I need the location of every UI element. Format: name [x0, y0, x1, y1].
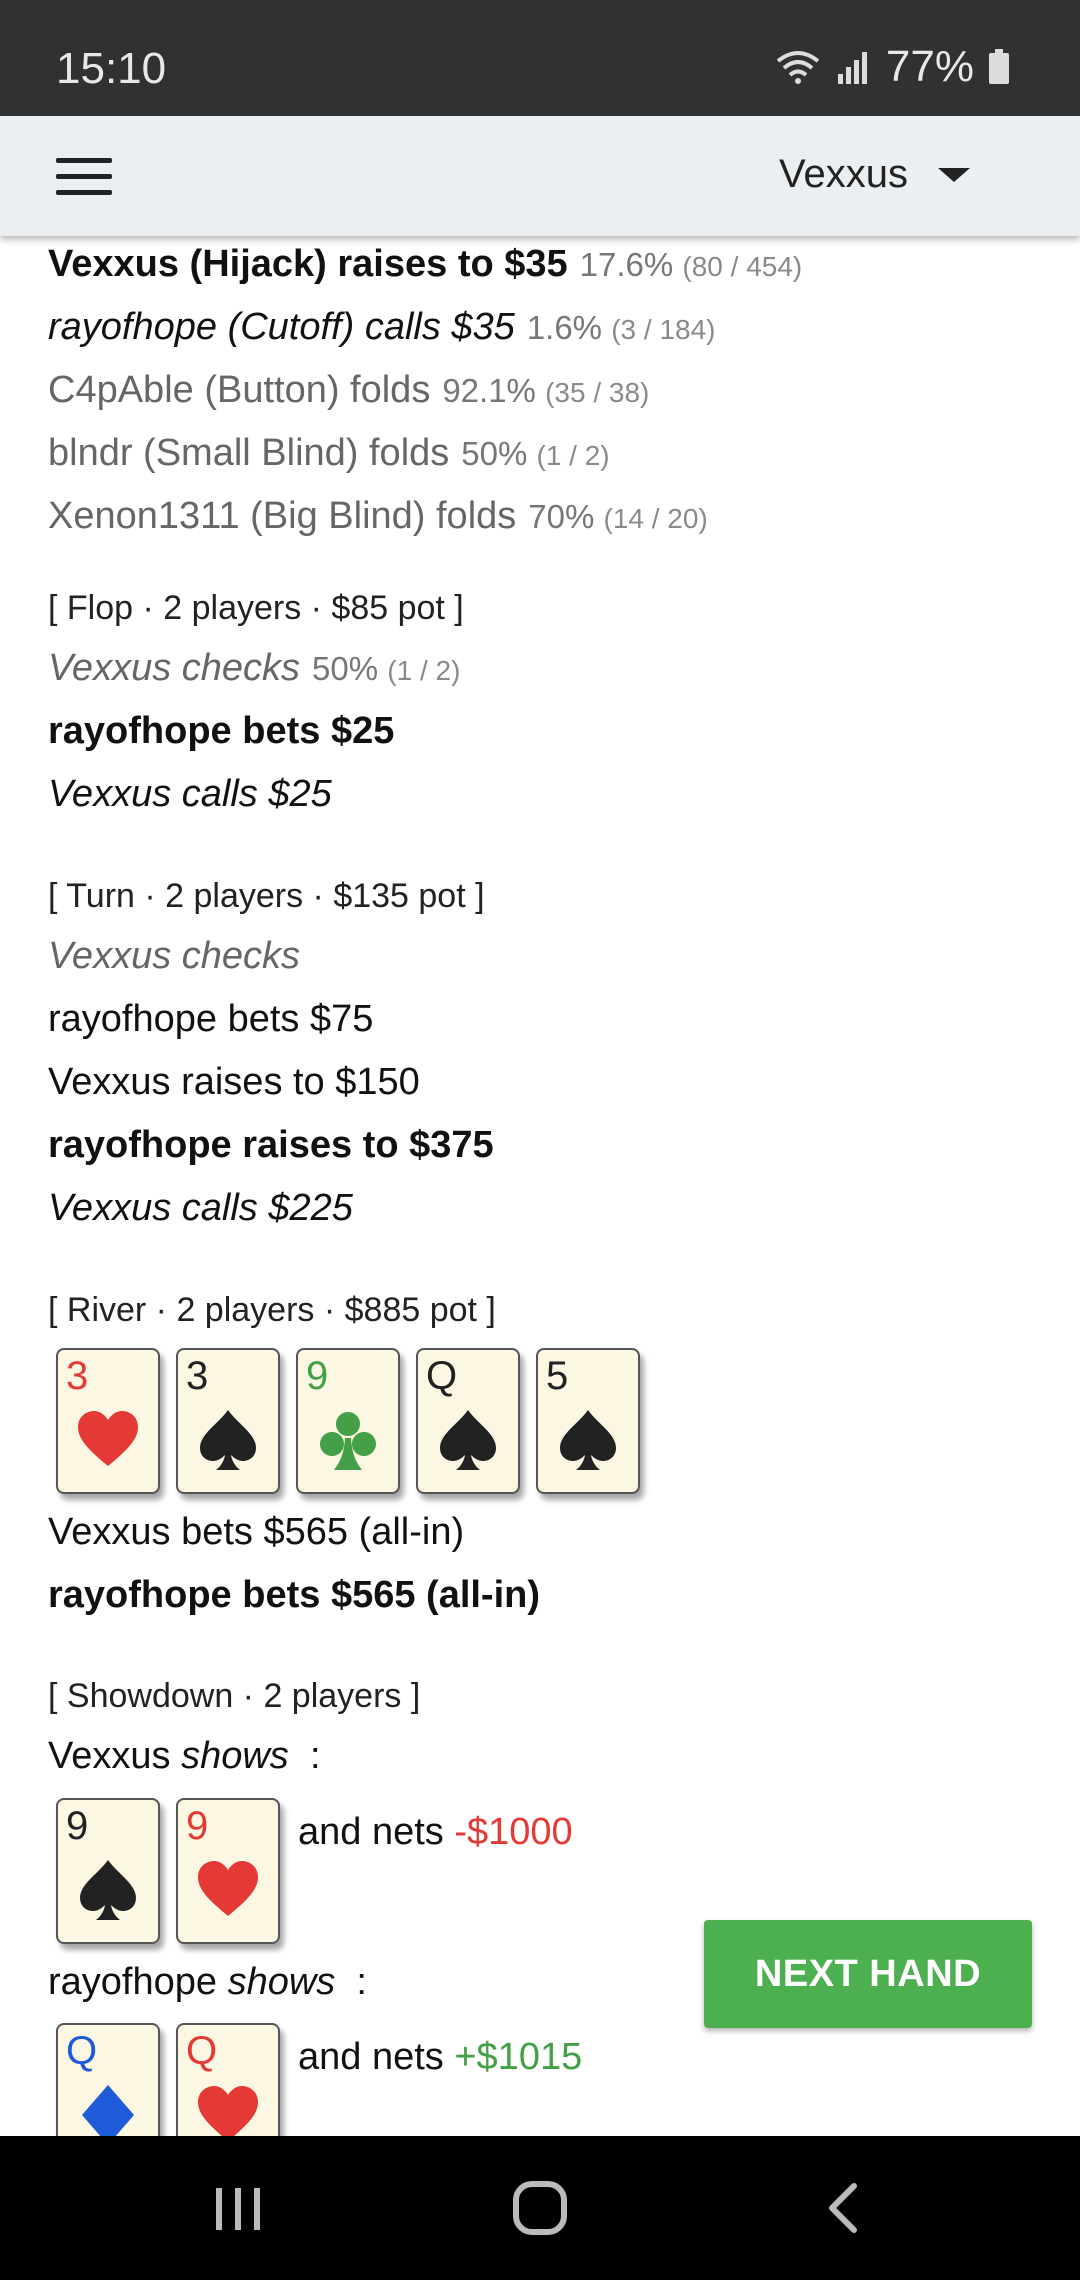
- action-stat: 50% (1 / 2): [461, 435, 610, 472]
- playing-card: 9: [296, 1348, 400, 1494]
- card-rank: Q: [426, 1354, 458, 1398]
- card-rank: Q: [66, 2029, 98, 2073]
- playing-card: 9: [56, 1798, 160, 1944]
- net-result: and nets +$1015: [298, 2036, 583, 2078]
- spade-suit-icon: [440, 1410, 496, 1470]
- action-line: Vexxus (Hijack) raises to $35 17.6% (80 /…: [48, 243, 803, 285]
- status-time: 15:10: [56, 44, 167, 93]
- street-header-flop: [ Flop · 2 players · $85 pot ]: [48, 589, 464, 627]
- card-rank: 9: [306, 1354, 329, 1398]
- hamburger-menu-icon[interactable]: [56, 158, 112, 196]
- net-value: -$1000: [454, 1811, 573, 1853]
- club-suit-icon: [319, 1412, 376, 1470]
- playing-card: 5: [536, 1348, 640, 1494]
- action-line: Vexxus calls $225: [48, 1187, 353, 1229]
- navigation-bar: [0, 2136, 1080, 2280]
- action-stat: 92.1% (35 / 38): [442, 372, 650, 409]
- battery-percent: 77%: [885, 42, 974, 91]
- action-stat: 17.6% (80 / 454): [579, 246, 803, 283]
- playing-card: 3: [176, 1348, 280, 1494]
- battery-icon: [989, 49, 1009, 84]
- action-line: Xenon1311 (Big Blind) folds 70% (14 / 20): [48, 495, 708, 537]
- action-line: C4pAble (Button) folds 92.1% (35 / 38): [48, 369, 650, 411]
- street-header-turn: [ Turn · 2 players · $135 pot ]: [48, 877, 485, 915]
- action-line: rayofhope bets $25: [48, 710, 395, 752]
- spade-suit-icon: [200, 1410, 256, 1470]
- action-stat: 50% (1 / 2): [312, 650, 461, 687]
- showdown-player-line: Vexxus shows :: [48, 1735, 321, 1777]
- spade-suit-icon: [80, 1860, 136, 1920]
- action-line: Vexxus checks 50% (1 / 2): [48, 647, 461, 689]
- street-header-showdown: [ Showdown · 2 players ]: [48, 1677, 421, 1715]
- action-line: Vexxus bets $565 (all-in): [48, 1511, 465, 1553]
- net-result: and nets -$1000: [298, 1811, 573, 1853]
- action-line: Vexxus checks: [48, 935, 301, 977]
- heart-suit-icon: [198, 1861, 258, 1916]
- action-stat: 1.6% (3 / 184): [526, 309, 716, 346]
- net-value: +$1015: [454, 2036, 583, 2078]
- action-line: rayofhope bets $565 (all-in): [48, 1574, 541, 1616]
- card-rank: 5: [546, 1354, 569, 1398]
- action-line: rayofhope raises to $375: [48, 1124, 494, 1166]
- app-bar: Vexxus: [0, 116, 1080, 236]
- action-line: rayofhope (Cutoff) calls $35 1.6% (3 / 18…: [48, 306, 716, 348]
- wifi-icon: [776, 51, 820, 84]
- street-header-river: [ River · 2 players · $885 pot ]: [48, 1291, 496, 1329]
- showdown-player-line: rayofhope shows :: [48, 1961, 367, 2003]
- action-line: Vexxus calls $25: [48, 773, 332, 815]
- playing-card: Q: [416, 1348, 520, 1494]
- recent-apps-icon[interactable]: [138, 2136, 338, 2280]
- action-line: blndr (Small Blind) folds 50% (1 / 2): [48, 432, 610, 474]
- card-rank: 9: [186, 1804, 209, 1848]
- caret-down-icon: [938, 167, 970, 182]
- home-icon[interactable]: [440, 2136, 640, 2280]
- next-hand-button[interactable]: NEXT HAND: [704, 1920, 1032, 2028]
- card-rank: 9: [66, 1804, 89, 1848]
- heart-suit-icon: [78, 1411, 138, 1466]
- user-selector-label: Vexxus: [779, 152, 908, 196]
- action-line: Vexxus raises to $150: [48, 1061, 420, 1103]
- user-selector-dropdown[interactable]: Vexxus: [779, 152, 970, 197]
- playing-card: 9: [176, 1798, 280, 1944]
- card-rank: 3: [186, 1354, 209, 1398]
- playing-card: 3: [56, 1348, 160, 1494]
- action-stat: 70% (14 / 20): [528, 498, 708, 535]
- status-icons: 77%: [774, 42, 1010, 92]
- signal-icon: [837, 52, 867, 84]
- back-icon[interactable]: [742, 2136, 942, 2280]
- status-bar: 15:10 77%: [0, 0, 1080, 116]
- card-rank: 3: [66, 1354, 89, 1398]
- card-rank: Q: [186, 2029, 218, 2073]
- action-line: rayofhope bets $75: [48, 998, 374, 1040]
- spade-suit-icon: [560, 1410, 616, 1470]
